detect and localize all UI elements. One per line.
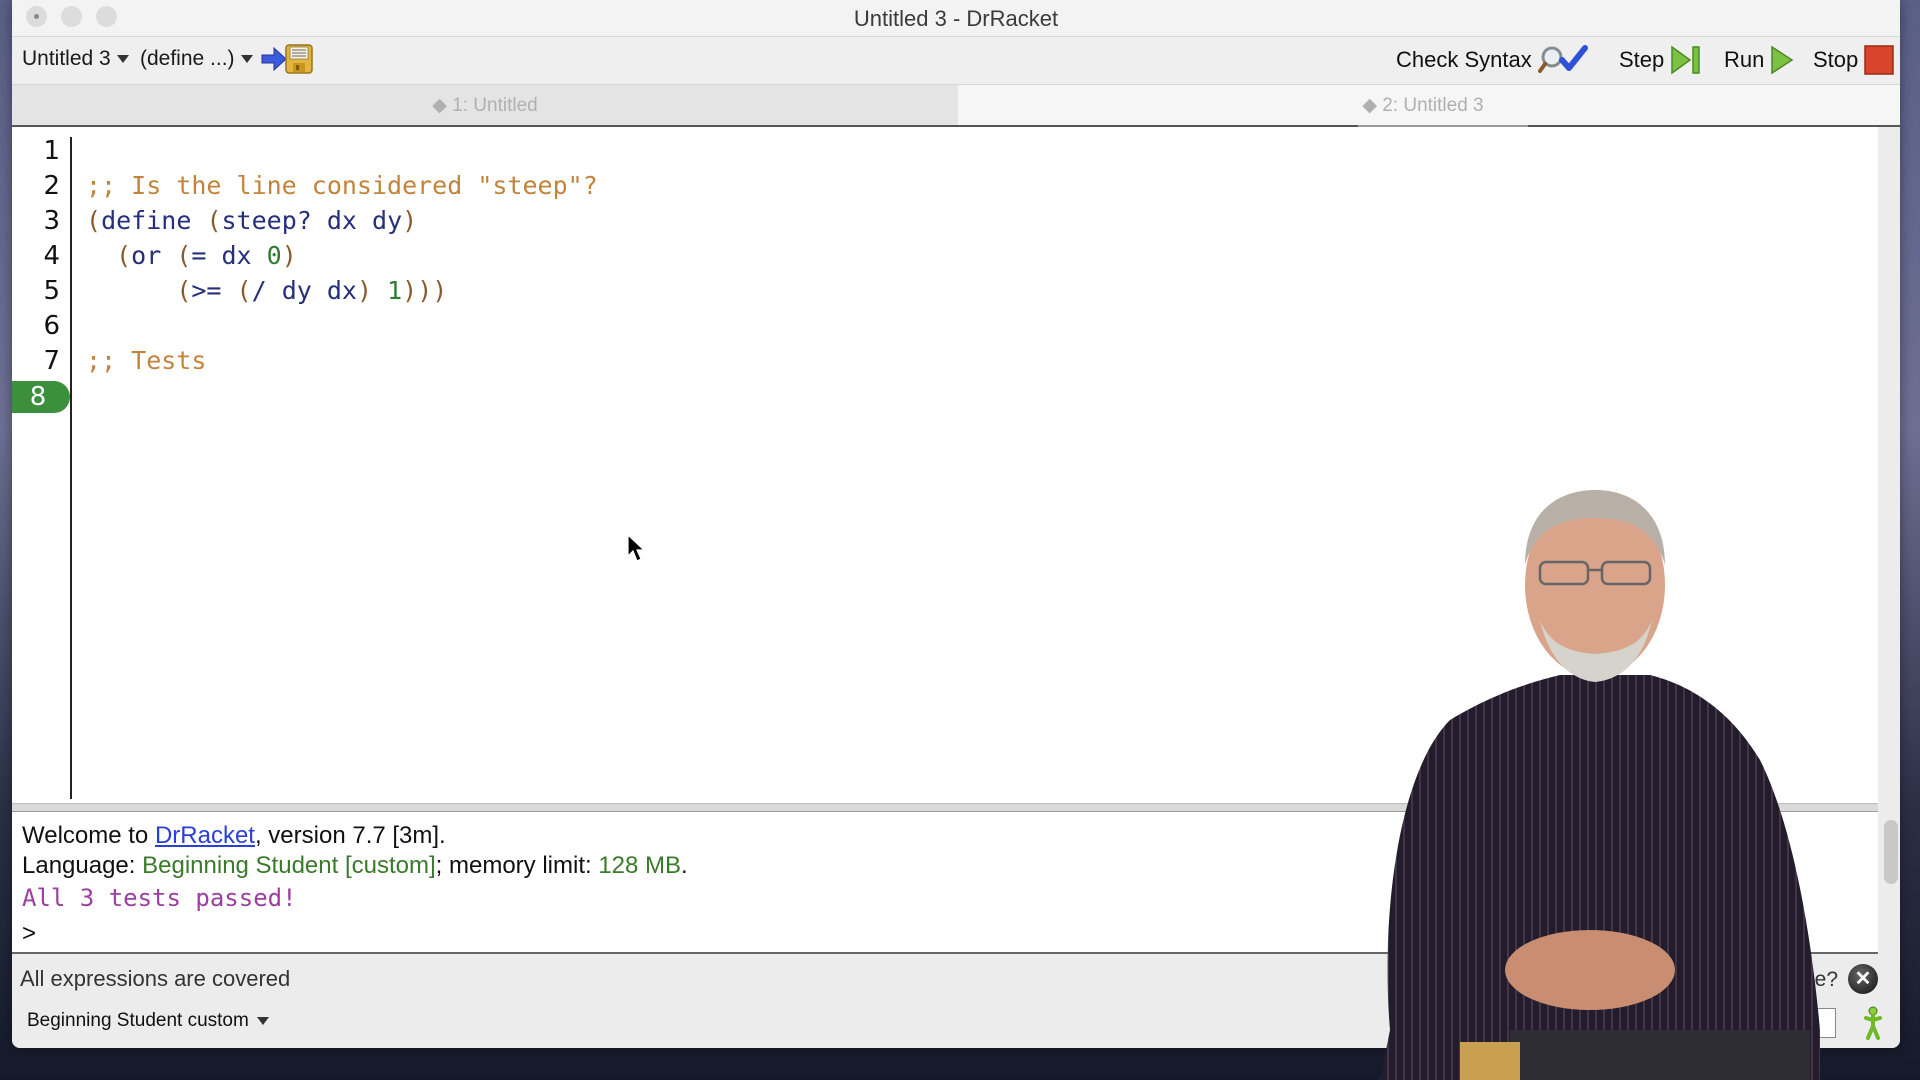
line-number: 1 <box>43 135 60 166</box>
welcome-message: Welcome to DrRacket, version 7.7 [3m]. <box>22 822 446 850</box>
language-selector-label: Beginning Student custom <box>27 1010 249 1031</box>
tab-label: ◆ 2: Untitled 3 <box>1362 94 1484 116</box>
language-name: Beginning Student [custom] <box>142 852 436 879</box>
language-message: Language: Beginning Student [custom]; me… <box>22 852 688 880</box>
code-line-current: 8 <box>12 379 1878 414</box>
close-icon[interactable]: ✕ <box>1848 964 1878 994</box>
welcome-suffix: , version 7.7 [3m]. <box>254 822 446 849</box>
tab-untitled[interactable]: ◆ 1: Untitled <box>12 85 958 125</box>
current-line-number: 8 <box>12 380 70 413</box>
number-literal: 1 <box>387 276 403 305</box>
code-line: 7 ;; Tests <box>12 343 1878 378</box>
repl-prompt[interactable]: > <box>22 920 36 948</box>
run-label: Run <box>1724 47 1765 72</box>
code-text: (define (steep? dx dy) <box>86 206 417 235</box>
line-number: 5 <box>43 275 60 306</box>
stop-button[interactable]: Stop <box>1813 45 1895 75</box>
keyword: define <box>101 206 192 235</box>
language-prefix: Language: <box>22 852 143 879</box>
tab-label: ◆ 1: Untitled <box>432 94 538 116</box>
memory-suffix: . <box>681 852 688 879</box>
test-result-message: All 3 tests passed! <box>22 884 297 912</box>
magnifier-check-icon <box>1537 45 1588 73</box>
interactions-scrollbar[interactable] <box>1884 820 1898 884</box>
code-line: 5 (>= (/ dy dx) 1))) <box>12 273 1878 308</box>
tab-untitled-3[interactable]: ◆ 2: Untitled 3 <box>958 85 1888 127</box>
line-number: 4 <box>43 240 60 271</box>
keyword: or <box>131 241 162 270</box>
identifier: / dy dx <box>251 276 357 305</box>
paren: ( <box>86 206 102 235</box>
file-menu-dropdown[interactable]: Untitled 3 <box>22 47 129 71</box>
chevron-down-icon <box>116 55 129 63</box>
define-menu-label: (define ...) <box>140 47 235 70</box>
paren: ( <box>116 241 132 270</box>
stop-icon <box>1864 45 1895 75</box>
run-icon <box>1771 45 1794 75</box>
paren: ( <box>176 241 192 270</box>
step-label: Step <box>1619 47 1665 72</box>
save-icon <box>261 44 313 74</box>
memory-prefix: ; memory limit: <box>435 852 599 879</box>
line-number: 3 <box>43 205 60 236</box>
coverage-status: All expressions are covered <box>20 966 291 991</box>
title-bar: Untitled 3 - DrRacket <box>12 0 1900 37</box>
paren: ( <box>206 206 222 235</box>
code-line: 6 <box>12 308 1878 343</box>
code-line: 1 <box>12 133 1878 168</box>
define-menu-dropdown[interactable]: (define ...) <box>140 47 253 71</box>
code-line: 2 ;; Is the line considered "steep"? <box>12 168 1878 203</box>
code-line: 4 (or (= dx 0) <box>12 238 1878 273</box>
step-button[interactable]: Step <box>1619 45 1702 75</box>
code-comment: ;; Is the line considered "steep"? <box>86 171 598 200</box>
save-button[interactable] <box>260 42 316 76</box>
code-text: (>= (/ dy dx) 1))) <box>86 276 447 305</box>
check-syntax-label: Check Syntax <box>1396 47 1532 72</box>
window-title: Untitled 3 - DrRacket <box>853 6 1059 31</box>
chevron-down-icon <box>256 1017 269 1025</box>
stop-label: Stop <box>1813 47 1859 72</box>
paren: ) <box>281 241 297 270</box>
paren: ( <box>236 276 252 305</box>
identifier: >= <box>191 276 237 305</box>
run-button[interactable]: Run <box>1724 45 1794 75</box>
paren: ( <box>176 276 192 305</box>
language-selector[interactable]: Beginning Student custom <box>27 1010 269 1032</box>
presenter-video-overlay <box>1380 490 1820 1080</box>
line-number: 2 <box>43 170 60 201</box>
memory-limit-value: 128 MB <box>598 852 682 879</box>
file-menu-label: Untitled 3 <box>22 47 111 70</box>
line-number: 7 <box>43 345 60 376</box>
identifier: = dx <box>191 241 267 270</box>
identifier: steep? dx dy <box>221 206 403 235</box>
code-text: (or (= dx 0) <box>86 241 297 270</box>
chevron-down-icon <box>240 55 253 63</box>
toolbar: Untitled 3 (define ...) Check Syntax Ste… <box>12 37 1900 85</box>
number-literal: 0 <box>266 241 282 270</box>
line-number: 6 <box>43 310 60 341</box>
check-syntax-button[interactable]: Check Syntax <box>1396 45 1594 75</box>
code-comment: ;; Tests <box>86 346 207 375</box>
code-line: 3 (define (steep? dx dy) <box>12 203 1878 238</box>
mouse-cursor <box>627 534 646 562</box>
step-icon <box>1671 45 1701 75</box>
paren: ) <box>402 206 418 235</box>
welcome-prefix: Welcome to <box>22 822 155 849</box>
running-figure-icon <box>1864 1006 1882 1040</box>
drracket-link[interactable]: DrRacket <box>155 822 255 849</box>
paren: ))) <box>402 276 448 305</box>
tab-bar: ◆ 1: Untitled ◆ 2: Untitled 3 <box>12 85 1900 127</box>
paren: ) <box>356 276 373 305</box>
